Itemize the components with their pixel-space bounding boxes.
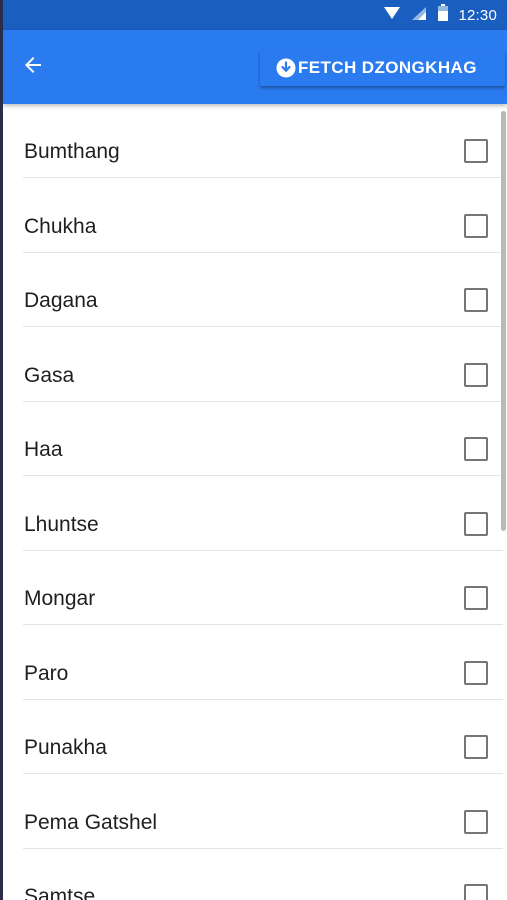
dzongkhag-name: Lhuntse <box>24 512 99 536</box>
dzongkhag-list: Bumthang Chukha Dagana Gasa Haa Lhuntse Mongar… <box>3 104 507 900</box>
checkbox[interactable] <box>464 213 488 238</box>
list-item[interactable]: Bumthang <box>3 104 503 178</box>
back-button[interactable] <box>17 51 49 83</box>
list-item[interactable]: Dagana <box>3 253 503 327</box>
list-item[interactable]: Pema Gatshel <box>3 775 503 849</box>
dzongkhag-name: Chukha <box>24 214 97 238</box>
list-item[interactable]: Chukha <box>3 179 503 253</box>
status-time: 12:30 <box>458 6 497 24</box>
checkbox[interactable] <box>464 437 488 461</box>
checkbox[interactable] <box>464 735 488 759</box>
dzongkhag-name: Haa <box>24 438 63 461</box>
checkbox[interactable] <box>464 362 488 387</box>
dzongkhag-name: Gasa <box>24 363 75 387</box>
app-bar: FETCH DZONGKHAG <box>3 30 507 104</box>
checkbox[interactable] <box>464 139 488 163</box>
download-circle-icon <box>276 58 296 78</box>
dzongkhag-name: Mongar <box>24 587 96 610</box>
dzongkhag-name: Bumthang <box>24 140 120 163</box>
list-item[interactable]: Lhuntse <box>3 477 503 551</box>
wifi-icon <box>383 5 401 26</box>
list-item[interactable]: Gasa <box>3 328 503 402</box>
fetch-dzongkhag-button[interactable]: FETCH DZONGKHAG <box>260 50 505 86</box>
list-item[interactable]: Paro <box>3 626 503 700</box>
checkbox[interactable] <box>464 660 488 685</box>
dzongkhag-name: Samtse <box>24 885 96 900</box>
dzongkhag-name: Dagana <box>24 289 98 312</box>
list-item[interactable]: Punakha <box>3 700 503 774</box>
list-item[interactable]: Samtse <box>3 849 503 900</box>
screen: 12:30 FETCH DZONGKHAG Bumthang Chukha Daga… <box>3 0 507 900</box>
dzongkhag-name: Paro <box>24 661 69 685</box>
checkbox[interactable] <box>464 586 488 610</box>
checkbox[interactable] <box>464 809 488 834</box>
status-bar: 12:30 <box>3 0 507 30</box>
list-item[interactable]: Haa <box>3 402 503 476</box>
dzongkhag-name: Punakha <box>24 736 107 759</box>
checkbox[interactable] <box>464 884 488 900</box>
battery-icon <box>437 3 449 27</box>
scrollbar[interactable] <box>501 111 506 531</box>
checkbox[interactable] <box>464 511 488 536</box>
signal-icon <box>410 5 428 26</box>
arrow-left-icon <box>21 53 45 82</box>
status-icons: 12:30 <box>383 3 497 27</box>
list-item[interactable]: Mongar <box>3 551 503 625</box>
dzongkhag-name: Pema Gatshel <box>24 810 158 834</box>
checkbox[interactable] <box>464 288 488 312</box>
fetch-dzongkhag-label: FETCH DZONGKHAG <box>298 58 477 77</box>
